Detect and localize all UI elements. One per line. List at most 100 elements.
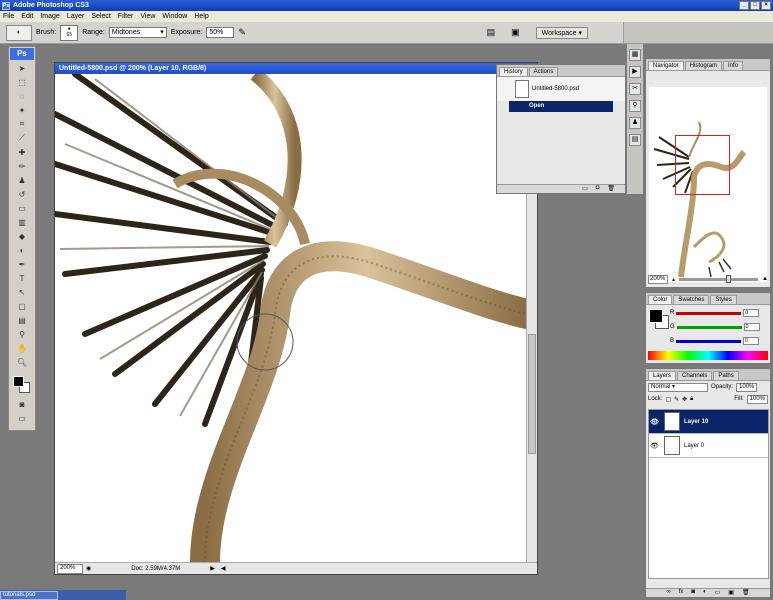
red-slider[interactable] xyxy=(676,311,742,315)
pen-tool-icon[interactable]: ✒ xyxy=(15,258,29,270)
history-snapshot[interactable]: Untitled-5800.psd xyxy=(497,77,625,101)
eyedropper-tool-icon[interactable]: ⚲ xyxy=(15,328,29,340)
minimize-button[interactable]: _ xyxy=(739,1,749,10)
blend-mode-select[interactable]: Normal ▾ xyxy=(648,382,708,392)
airbrush-icon[interactable]: ✎ xyxy=(238,27,246,38)
tab-styles[interactable]: Styles xyxy=(710,295,737,304)
lock-pixels-icon[interactable]: ✎ xyxy=(674,396,679,403)
new-document-icon[interactable]: ▭ xyxy=(582,185,588,193)
tool-preset-picker[interactable]: ◐ xyxy=(6,24,32,41)
navigator-preview[interactable] xyxy=(649,87,767,282)
tools-preset-icon[interactable]: ✂ xyxy=(629,83,641,95)
screen-mode-icon[interactable]: ▭ xyxy=(15,412,29,424)
history-step[interactable]: Open xyxy=(509,101,613,112)
color-foreground-swatch[interactable] xyxy=(649,309,663,323)
exposure-input[interactable]: 50% xyxy=(206,27,235,38)
actions-panel-icon[interactable]: ▶ xyxy=(629,66,641,78)
clone-stamp-tool-icon[interactable]: ♟ xyxy=(15,174,29,186)
lasso-tool-icon[interactable]: ◌ xyxy=(15,90,29,102)
tab-navigator[interactable]: Navigator xyxy=(648,61,684,70)
tab-swatches[interactable]: Swatches xyxy=(673,295,710,304)
healing-brush-tool-icon[interactable]: ✚ xyxy=(15,146,29,158)
trash-icon[interactable]: 🗑︎ xyxy=(607,185,615,193)
menu-edit[interactable]: Edit xyxy=(21,13,33,20)
layer-mask-icon[interactable]: ◙ xyxy=(691,589,695,597)
eye-icon[interactable]: 👁︎ xyxy=(649,442,660,450)
menu-filter[interactable]: Filter xyxy=(118,13,134,20)
eye-icon[interactable]: 👁︎ xyxy=(649,418,660,426)
scroll-left-icon[interactable]: ◀ xyxy=(221,565,226,572)
bridge-icon[interactable]: ▣ xyxy=(511,27,520,38)
zoom-field[interactable]: 200% xyxy=(57,563,83,574)
quick-mask-icon[interactable]: ◙ xyxy=(15,398,29,410)
document-canvas[interactable] xyxy=(55,74,527,563)
menu-window[interactable]: Window xyxy=(162,13,187,20)
layer-row[interactable]: 👁︎ Layer 0 xyxy=(649,434,768,458)
foreground-color-swatch[interactable] xyxy=(13,376,24,387)
shape-tool-icon[interactable]: ▢ xyxy=(15,300,29,312)
maximize-button[interactable]: □ xyxy=(750,1,760,10)
tab-history[interactable]: History xyxy=(499,67,528,76)
type-tool-icon[interactable]: T xyxy=(15,272,29,284)
blue-value[interactable]: 0 xyxy=(743,337,760,345)
zoom-in-icon[interactable]: ▲ xyxy=(762,276,768,282)
clone-source-icon[interactable]: ♟ xyxy=(629,117,641,129)
tab-info[interactable]: Info xyxy=(723,61,744,70)
blue-slider[interactable] xyxy=(676,339,742,343)
color-spectrum-bar[interactable] xyxy=(648,351,768,360)
menu-help[interactable]: Help xyxy=(194,13,208,20)
history-brush-tool-icon[interactable]: ↺ xyxy=(15,188,29,200)
red-value[interactable]: 0 xyxy=(743,309,760,317)
adjustment-layer-icon[interactable]: ◐ xyxy=(703,589,707,597)
menu-layer[interactable]: Layer xyxy=(67,13,85,20)
close-button[interactable]: × xyxy=(761,1,771,10)
menu-view[interactable]: View xyxy=(140,13,155,20)
opacity-input[interactable]: 100% xyxy=(736,382,758,392)
navigator-view-box[interactable] xyxy=(675,135,730,195)
green-value[interactable]: 0 xyxy=(743,323,760,331)
slice-tool-icon[interactable]: ⟋ xyxy=(15,132,29,144)
navigator-zoom-field[interactable]: 200% xyxy=(648,274,668,284)
dodge-tool-icon[interactable]: ◐ xyxy=(15,244,29,256)
new-layer-icon[interactable]: ▣ xyxy=(728,589,734,597)
workspace-button[interactable]: Workspace ▾ xyxy=(535,26,588,39)
delete-layer-icon[interactable]: 🗑︎ xyxy=(742,589,750,597)
slider-handle[interactable] xyxy=(726,274,732,283)
scrollbar-thumb[interactable] xyxy=(528,334,536,454)
document-icon[interactable]: ▤ xyxy=(487,27,496,38)
brush-picker[interactable]: ● 65 xyxy=(60,24,79,41)
hand-tool-icon[interactable]: ✋ xyxy=(15,342,29,354)
eraser-tool-icon[interactable]: ▭ xyxy=(15,202,29,214)
new-group-icon[interactable]: ▭ xyxy=(715,589,721,597)
lock-position-icon[interactable]: ✥ xyxy=(682,396,687,403)
zoom-tool-icon[interactable]: 🔍︎ xyxy=(15,356,29,368)
crop-tool-icon[interactable]: ⌗ xyxy=(15,118,29,130)
layer-comps-icon[interactable]: ▤ xyxy=(629,134,641,146)
brush-tool-icon[interactable]: ✏ xyxy=(15,160,29,172)
tab-paths[interactable]: Paths xyxy=(713,371,739,380)
move-tool-icon[interactable]: ➤ xyxy=(15,62,29,74)
tab-actions[interactable]: Actions xyxy=(528,67,559,76)
history-panel-icon[interactable]: ▦ xyxy=(629,49,641,61)
menu-image[interactable]: Image xyxy=(40,13,59,20)
tab-histogram[interactable]: Histogram xyxy=(684,61,723,70)
gradient-tool-icon[interactable]: ▥ xyxy=(15,216,29,228)
navigator-zoom-slider[interactable] xyxy=(679,274,759,283)
tab-layers[interactable]: Layers xyxy=(648,371,677,380)
tab-channels[interactable]: Channels xyxy=(677,371,713,380)
notes-tool-icon[interactable]: ▤ xyxy=(15,314,29,326)
range-select[interactable]: Midtones ▾ xyxy=(108,27,167,38)
camera-icon[interactable]: ◘ xyxy=(596,185,600,193)
link-layers-icon[interactable]: ∞ xyxy=(666,589,670,597)
marquee-tool-icon[interactable]: ⬚ xyxy=(15,76,29,88)
layer-row[interactable]: 👁︎ Layer 10 xyxy=(649,410,768,434)
layer-style-icon[interactable]: fx xyxy=(679,589,684,597)
blur-tool-icon[interactable]: ◆ xyxy=(15,230,29,242)
tab-color[interactable]: Color xyxy=(648,295,673,304)
fill-input[interactable]: 100% xyxy=(746,394,768,404)
menu-file[interactable]: File xyxy=(3,13,14,20)
play-arrow-icon[interactable]: ▶ xyxy=(210,565,215,572)
magic-wand-tool-icon[interactable]: ✦ xyxy=(15,104,29,116)
lock-all-icon[interactable]: 🔒︎ xyxy=(690,396,693,403)
menu-select[interactable]: Select xyxy=(91,13,110,20)
